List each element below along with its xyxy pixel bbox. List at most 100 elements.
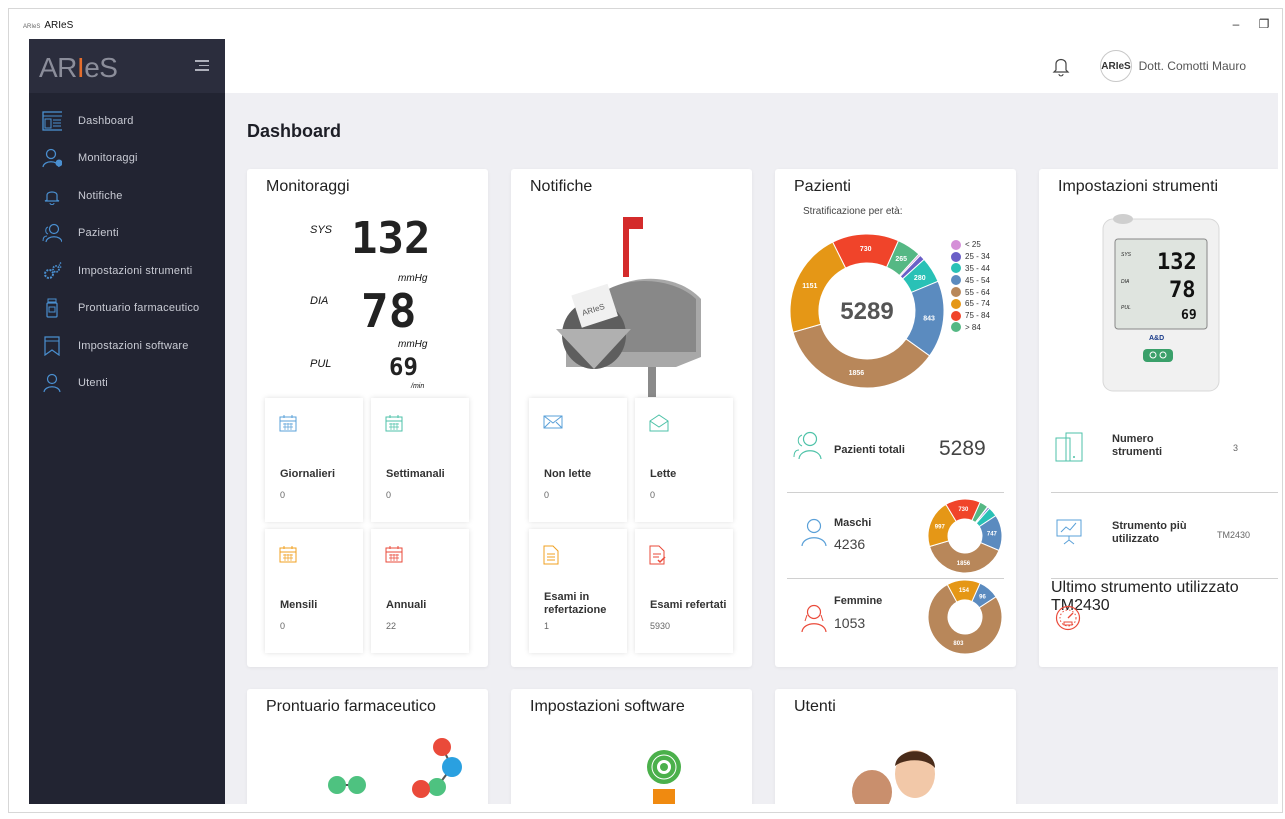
row-strumento-piu-utilizzato: Strumento più utilizzato TM2430 bbox=[1051, 493, 1278, 579]
legend-label: 25 - 34 bbox=[965, 252, 990, 262]
minimize-button[interactable]: – bbox=[1226, 15, 1246, 33]
stat-value: 3 bbox=[1233, 443, 1239, 453]
legend-label: 45 - 54 bbox=[965, 275, 990, 285]
presentation-chart-icon bbox=[1055, 517, 1083, 550]
pul-unit: /min bbox=[411, 383, 425, 390]
legend-swatch bbox=[951, 287, 961, 298]
sidebar-item-notifiche[interactable]: Notifiche bbox=[29, 177, 225, 215]
sys-label: SYS bbox=[310, 224, 333, 236]
patients-icon bbox=[42, 223, 62, 243]
tile-label: Annuali bbox=[386, 599, 427, 611]
top-header: ARIeS Dott. Comotti Mauro bbox=[225, 39, 1282, 93]
legend-swatch bbox=[951, 275, 961, 286]
stat-label: Femmine bbox=[834, 595, 883, 607]
page-title: Dashboard bbox=[247, 121, 342, 141]
sidebar-item-utenti[interactable]: Utenti bbox=[29, 365, 225, 403]
sidebar-item-monitoraggi[interactable]: Monitoraggi bbox=[29, 140, 225, 178]
restore-button[interactable]: ❐ bbox=[1254, 15, 1274, 33]
sidebar-item-label: Notifiche bbox=[78, 189, 123, 202]
notifications-bell-icon[interactable] bbox=[1052, 55, 1070, 82]
user-icon bbox=[42, 373, 62, 393]
sidebar-brand: ARIeS bbox=[29, 39, 225, 93]
legend-item: > 84 bbox=[951, 322, 990, 334]
tile-value: 0 bbox=[650, 490, 656, 500]
donut-slice-label: 1151 bbox=[802, 283, 817, 290]
tile-lette[interactable]: Lette 0 bbox=[635, 398, 733, 522]
sidebar-item-label: Impostazioni strumenti bbox=[78, 264, 193, 277]
menu-toggle-icon[interactable] bbox=[195, 60, 209, 74]
donut-slice-label: 730 bbox=[860, 246, 872, 253]
device-pul-value: 69 bbox=[1181, 308, 1197, 323]
age-donut-chart: 265 280 843 1856 1151 730 5289 bbox=[789, 233, 945, 389]
sidebar: ARIeS Dashboard Monitoraggi Notifiche Pa… bbox=[29, 39, 225, 804]
card-impostazioni-software[interactable]: Impostazioni software bbox=[511, 689, 752, 804]
pill-bottle-icon bbox=[42, 298, 62, 318]
app-mini-logo: ARIeS bbox=[23, 24, 41, 30]
donut-slice-label: 730 bbox=[958, 507, 969, 513]
donut-slice[interactable] bbox=[928, 540, 1000, 574]
sidebar-item-prontuario[interactable]: Prontuario farmaceutico bbox=[29, 290, 225, 328]
gears-icon bbox=[42, 261, 62, 281]
dia-unit: mmHg bbox=[398, 339, 428, 350]
sidebar-item-impostazioni-software[interactable]: Impostazioni software bbox=[29, 327, 225, 365]
sidebar-logo: ARIeS bbox=[39, 52, 118, 83]
tile-esami-in-refertazione[interactable]: Esami in refertazione 1 bbox=[529, 529, 627, 653]
stat-label: Pazienti totali bbox=[834, 444, 905, 456]
legend-item: 75 - 84 bbox=[951, 310, 990, 322]
envelope-icon bbox=[543, 414, 563, 435]
tile-non-lette[interactable]: Non lette 0 bbox=[529, 398, 627, 522]
sidebar-item-label: Monitoraggi bbox=[78, 152, 138, 165]
tile-settimanali[interactable]: Settimanali 0 bbox=[371, 398, 469, 522]
donut-slice-label: 280 bbox=[914, 275, 926, 282]
legend-item: 55 - 64 bbox=[951, 286, 990, 298]
device-pul-label: PUL bbox=[1121, 305, 1131, 311]
calendar-icon bbox=[279, 414, 297, 437]
avatar[interactable]: ARIeS bbox=[1100, 50, 1132, 82]
donut-slice-label: 265 bbox=[895, 256, 907, 263]
sidebar-item-dashboard[interactable]: Dashboard bbox=[29, 102, 225, 140]
stat-value: 1053 bbox=[834, 615, 866, 631]
legend-item: 35 - 44 bbox=[951, 263, 990, 275]
donut-slice-label: 154 bbox=[959, 588, 970, 594]
dia-value: 78 bbox=[361, 284, 417, 338]
donut-slice[interactable] bbox=[789, 241, 847, 333]
legend-label: 65 - 74 bbox=[965, 299, 990, 309]
card-utenti[interactable]: Utenti bbox=[775, 689, 1016, 804]
card-prontuario-farmaceutico[interactable]: Prontuario farmaceutico bbox=[247, 689, 488, 804]
sidebar-item-pazienti[interactable]: Pazienti bbox=[29, 215, 225, 253]
card-notifiche[interactable]: Notifiche ARIeS Non lette 0 Lette 0 Esam… bbox=[511, 169, 752, 667]
tile-value: 5930 bbox=[650, 621, 671, 631]
calendar-icon bbox=[385, 414, 403, 437]
card-title: Monitoraggi bbox=[266, 178, 350, 195]
tile-mensili[interactable]: Mensili 0 bbox=[265, 529, 363, 653]
sidebar-nav: Dashboard Monitoraggi Notifiche Pazienti… bbox=[29, 102, 225, 402]
stat-pazienti-totali: Pazienti totali 5289 bbox=[787, 404, 1004, 493]
document-check-icon bbox=[649, 545, 667, 570]
legend-item: < 25 bbox=[951, 239, 990, 251]
user-name[interactable]: Dott. Comotti Mauro bbox=[1139, 59, 1246, 73]
legend-swatch bbox=[951, 263, 961, 274]
female-user-icon bbox=[801, 603, 827, 638]
device-brand: A&D bbox=[1149, 335, 1164, 342]
app-title: ARIeS ARIeS bbox=[23, 20, 73, 31]
stat-label: Ultimo strumento utilizzato bbox=[1051, 579, 1239, 596]
donut-slice-label: 843 bbox=[923, 315, 935, 322]
tile-label: Non lette bbox=[544, 468, 592, 480]
dia-label: DIA bbox=[310, 295, 329, 307]
stat-value: TM2430 bbox=[1217, 530, 1251, 540]
row-numero-strumenti: Numero strumenti 3 bbox=[1051, 404, 1278, 493]
calendar-icon bbox=[385, 545, 403, 568]
tile-annuali[interactable]: Annuali 22 bbox=[371, 529, 469, 653]
tile-label: Esami refertati bbox=[650, 599, 727, 611]
tile-value: 0 bbox=[280, 621, 286, 631]
card-impostazioni-strumenti[interactable]: Impostazioni strumenti SYS 132 DIA 78 PU… bbox=[1039, 169, 1278, 667]
sidebar-item-label: Utenti bbox=[78, 377, 108, 390]
sidebar-item-label: Pazienti bbox=[78, 227, 119, 240]
card-monitoraggi[interactable]: Monitoraggi SYS 132 mmHg DIA 78 mmHg PUL… bbox=[247, 169, 488, 667]
sidebar-item-impostazioni-strumenti[interactable]: Impostazioni strumenti bbox=[29, 252, 225, 290]
legend-label: 75 - 84 bbox=[965, 311, 990, 321]
tile-giornalieri[interactable]: Giornalieri 0 bbox=[265, 398, 363, 522]
card-pazienti[interactable]: Pazienti Stratificazione per età: 265 280… bbox=[775, 169, 1016, 667]
calendar-icon bbox=[279, 545, 297, 568]
tile-esami-refertati[interactable]: Esami refertati 5930 bbox=[635, 529, 733, 653]
